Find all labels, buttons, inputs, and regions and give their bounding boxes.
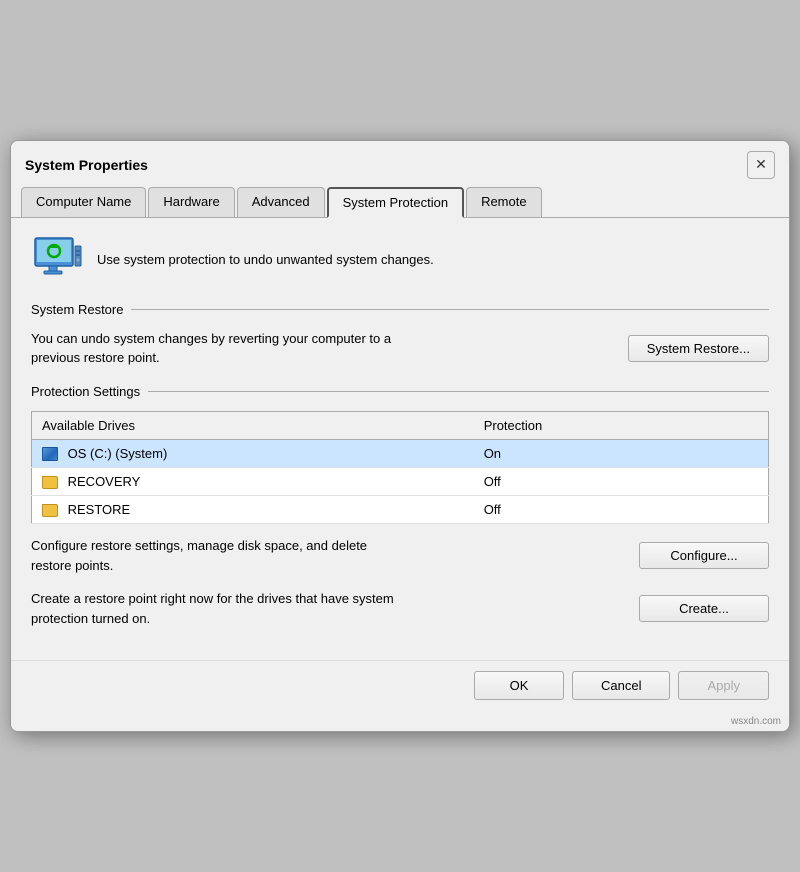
system-restore-section: System Restore You can undo system chang… — [31, 302, 769, 368]
system-restore-title: System Restore — [31, 302, 123, 317]
tab-computer-name[interactable]: Computer Name — [21, 187, 146, 217]
tab-advanced[interactable]: Advanced — [237, 187, 325, 217]
configure-row: Configure restore settings, manage disk … — [31, 536, 769, 575]
drive-name-cell: RESTORE — [32, 496, 474, 524]
cancel-button[interactable]: Cancel — [572, 671, 670, 700]
configure-description: Configure restore settings, manage disk … — [31, 536, 411, 575]
drive-name-cell: RECOVERY — [32, 468, 474, 496]
create-row: Create a restore point right now for the… — [31, 589, 769, 628]
tab-remote[interactable]: Remote — [466, 187, 542, 217]
restore-row: You can undo system changes by reverting… — [31, 329, 769, 368]
title-bar: System Properties ✕ — [11, 141, 789, 179]
protection-settings-header: Protection Settings — [31, 384, 769, 399]
drive-name: RECOVERY — [68, 474, 141, 489]
tab-bar: Computer Name Hardware Advanced System P… — [11, 179, 789, 217]
protection-settings-title: Protection Settings — [31, 384, 140, 399]
computer-icon — [31, 234, 83, 286]
folder-icon — [42, 476, 58, 489]
drive-protection-2: Off — [474, 496, 769, 524]
restore-description: You can undo system changes by reverting… — [31, 329, 411, 368]
ok-button[interactable]: OK — [474, 671, 564, 700]
table-row[interactable]: OS (C:) (System) On — [32, 439, 769, 468]
protection-settings-section: Protection Settings Available Drives Pro… — [31, 384, 769, 629]
hdd-icon — [42, 447, 58, 461]
system-restore-header: System Restore — [31, 302, 769, 317]
close-button[interactable]: ✕ — [747, 151, 775, 179]
dialog-footer: OK Cancel Apply — [11, 660, 789, 714]
table-row[interactable]: RECOVERY Off — [32, 468, 769, 496]
table-row[interactable]: RESTORE Off — [32, 496, 769, 524]
system-restore-button[interactable]: System Restore... — [628, 335, 769, 362]
apply-button[interactable]: Apply — [678, 671, 769, 700]
drives-table: Available Drives Protection OS (C:) (Sys… — [31, 411, 769, 525]
folder-icon — [42, 504, 58, 517]
info-text: Use system protection to undo unwanted s… — [97, 252, 434, 267]
tab-hardware[interactable]: Hardware — [148, 187, 234, 217]
tab-content-system-protection: Use system protection to undo unwanted s… — [11, 217, 789, 661]
drive-name: OS (C:) (System) — [68, 446, 168, 461]
system-restore-body: You can undo system changes by reverting… — [31, 329, 769, 368]
dialog-title: System Properties — [25, 157, 148, 173]
section-divider — [131, 309, 769, 310]
drive-name: RESTORE — [68, 502, 131, 517]
drive-protection-1: Off — [474, 468, 769, 496]
create-description: Create a restore point right now for the… — [31, 589, 411, 628]
system-properties-dialog: System Properties ✕ Computer Name Hardwa… — [10, 140, 790, 733]
section-divider-2 — [148, 391, 769, 392]
drive-protection-0: On — [474, 439, 769, 468]
watermark: wsxdn.com — [11, 714, 789, 731]
drive-name-cell: OS (C:) (System) — [32, 439, 474, 468]
col-header-drives: Available Drives — [32, 411, 474, 439]
create-button[interactable]: Create... — [639, 595, 769, 622]
col-header-protection: Protection — [474, 411, 769, 439]
configure-button[interactable]: Configure... — [639, 542, 769, 569]
info-banner: Use system protection to undo unwanted s… — [31, 234, 769, 286]
tab-system-protection[interactable]: System Protection — [327, 187, 465, 218]
